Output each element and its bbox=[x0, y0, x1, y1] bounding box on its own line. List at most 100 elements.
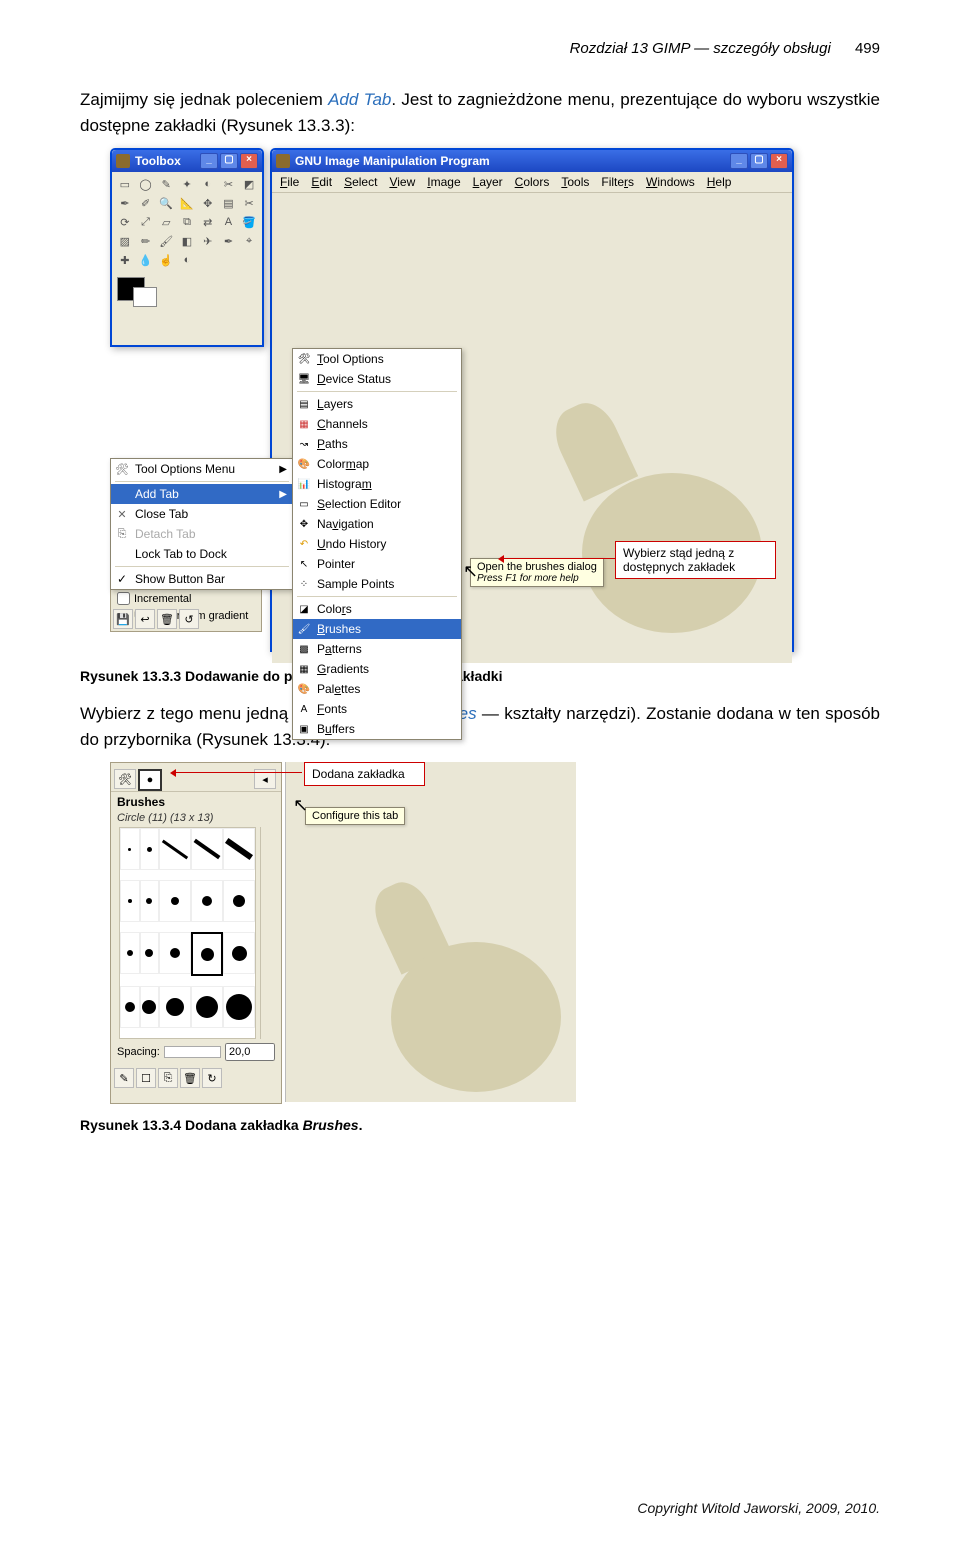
submenu-buffers[interactable]: ▣Buffers bbox=[293, 719, 461, 739]
tool-eraser[interactable]: ◧ bbox=[177, 232, 197, 250]
submenu-device-status[interactable]: 🖥Device Status bbox=[293, 369, 461, 389]
menu-edit[interactable]: Edit bbox=[311, 175, 332, 189]
menu-file[interactable]: File bbox=[280, 175, 299, 189]
incremental-option[interactable]: Incremental bbox=[111, 590, 261, 607]
menu-close-tab[interactable]: ✕ Close Tab bbox=[111, 504, 293, 524]
save-icon[interactable]: 💾 bbox=[113, 609, 133, 629]
tool-dodge[interactable]: ◐ bbox=[177, 251, 197, 269]
submenu-channels[interactable]: ▦Channels bbox=[293, 414, 461, 434]
tool-pencil[interactable]: ✏ bbox=[136, 232, 156, 250]
tool-color-picker[interactable]: ✐ bbox=[136, 194, 156, 212]
callout-line bbox=[500, 558, 615, 559]
submenu-paths[interactable]: ↝Paths bbox=[293, 434, 461, 454]
toolbox-titlebar: Toolbox _ ▢ × bbox=[112, 150, 262, 172]
submenu-histogram[interactable]: 📊Histogram bbox=[293, 474, 461, 494]
tool-text[interactable]: A bbox=[219, 213, 239, 231]
submenu-pointer[interactable]: ↖Pointer bbox=[293, 554, 461, 574]
tool-blur[interactable]: 💧 bbox=[136, 251, 156, 269]
tool-scissors[interactable]: ✂ bbox=[219, 175, 239, 193]
menu-colors[interactable]: Colors bbox=[515, 175, 550, 189]
submenu-layers[interactable]: ▤Layers bbox=[293, 394, 461, 414]
tool-shear[interactable]: ▱ bbox=[156, 213, 176, 231]
tool-smudge[interactable]: ☝ bbox=[156, 251, 176, 269]
tool-move[interactable]: ✥ bbox=[198, 194, 218, 212]
tool-perspective[interactable]: ⧉ bbox=[177, 213, 197, 231]
menu-view[interactable]: View bbox=[389, 175, 415, 189]
tool-bucket[interactable]: 🪣 bbox=[239, 213, 259, 231]
color-area[interactable] bbox=[112, 272, 262, 312]
tool-foreground[interactable]: ◩ bbox=[239, 175, 259, 193]
spacing-slider[interactable] bbox=[164, 1046, 221, 1058]
scrollbar[interactable] bbox=[260, 827, 277, 1039]
submenu-colormap[interactable]: 🎨Colormap bbox=[293, 454, 461, 474]
submenu-selection-editor[interactable]: ▭Selection Editor bbox=[293, 494, 461, 514]
background-color[interactable] bbox=[133, 287, 157, 307]
tool-clone[interactable]: ⌖ bbox=[239, 232, 259, 250]
menu-show-button-bar[interactable]: ✓ Show Button Bar bbox=[111, 569, 293, 589]
brush-grid[interactable] bbox=[119, 827, 256, 1039]
menu-lock-tab[interactable]: Lock Tab to Dock bbox=[111, 544, 293, 564]
submenu-palettes[interactable]: 🎨Palettes bbox=[293, 679, 461, 699]
submenu-tool-options[interactable]: 🛠Tool Options bbox=[293, 349, 461, 369]
submenu-undo-history[interactable]: ↶Undo History bbox=[293, 534, 461, 554]
submenu-patterns[interactable]: ▩Patterns bbox=[293, 639, 461, 659]
app-icon bbox=[276, 154, 290, 168]
tool-paintbrush[interactable]: 🖌 bbox=[156, 232, 176, 250]
menu-add-tab[interactable]: Add Tab ▶ bbox=[111, 484, 293, 504]
revert-icon[interactable]: ↩ bbox=[135, 609, 155, 629]
tool-measure[interactable]: 📐 bbox=[177, 194, 197, 212]
configure-tab-tooltip: Configure this tab bbox=[305, 807, 405, 825]
close-button[interactable]: × bbox=[240, 153, 258, 169]
mouse-cursor: ↖ bbox=[463, 561, 478, 582]
menu-help[interactable]: Help bbox=[707, 175, 732, 189]
submenu-fonts[interactable]: AFonts bbox=[293, 699, 461, 719]
minimize-button[interactable]: _ bbox=[200, 153, 218, 169]
new-brush-icon[interactable]: ☐ bbox=[136, 1068, 156, 1088]
tool-flip[interactable]: ⇄ bbox=[198, 213, 218, 231]
menu-windows[interactable]: Windows bbox=[646, 175, 695, 189]
menu-layer[interactable]: Layer bbox=[473, 175, 503, 189]
menu-tool-options-menu[interactable]: 🛠 Tool Options Menu ▶ bbox=[111, 459, 293, 479]
tool-heal[interactable]: ✚ bbox=[115, 251, 135, 269]
menu-filters[interactable]: Filters bbox=[601, 175, 634, 189]
tool-ellipse-select[interactable]: ◯ bbox=[136, 175, 156, 193]
tool-crop[interactable]: ✂ bbox=[239, 194, 259, 212]
tool-paths[interactable]: ✒ bbox=[115, 194, 135, 212]
tool-fuzzy-select[interactable]: ✦ bbox=[177, 175, 197, 193]
delete-brush-icon[interactable]: 🗑 bbox=[180, 1068, 200, 1088]
tool-by-color[interactable]: ◐ bbox=[198, 175, 218, 193]
tool-free-select[interactable]: ✎ bbox=[156, 175, 176, 193]
tool-scale[interactable]: ⤢ bbox=[136, 213, 156, 231]
maximize-button[interactable]: ▢ bbox=[750, 153, 768, 169]
tool-airbrush[interactable]: ✈ bbox=[198, 232, 218, 250]
spacing-input[interactable] bbox=[225, 1043, 275, 1061]
maximize-button[interactable]: ▢ bbox=[220, 153, 238, 169]
submenu-brushes[interactable]: 🖌Brushes bbox=[293, 619, 461, 639]
tool-zoom[interactable]: 🔍 bbox=[156, 194, 176, 212]
refresh-brush-icon[interactable]: ↻ bbox=[202, 1068, 222, 1088]
minimize-button[interactable]: _ bbox=[730, 153, 748, 169]
submenu-arrow-icon: ▶ bbox=[279, 464, 287, 475]
callout-line bbox=[172, 772, 302, 773]
menu-image[interactable]: Image bbox=[427, 175, 460, 189]
tool-rect-select[interactable]: ▭ bbox=[115, 175, 135, 193]
tab-brushes[interactable]: ● bbox=[138, 769, 162, 791]
submenu-colors[interactable]: ◪Colors bbox=[293, 599, 461, 619]
submenu-gradients[interactable]: ▦Gradients bbox=[293, 659, 461, 679]
tool-rotate[interactable]: ⟳ bbox=[115, 213, 135, 231]
spacing-control[interactable]: Spacing: bbox=[111, 1039, 281, 1065]
close-button[interactable]: × bbox=[770, 153, 788, 169]
menu-select[interactable]: Select bbox=[344, 175, 377, 189]
submenu-navigation[interactable]: ✥Navigation bbox=[293, 514, 461, 534]
menu-tools[interactable]: Tools bbox=[561, 175, 589, 189]
tool-ink[interactable]: ✒ bbox=[219, 232, 239, 250]
tab-tool-options[interactable]: 🛠 bbox=[114, 769, 136, 789]
tool-blend[interactable]: ▨ bbox=[115, 232, 135, 250]
duplicate-brush-icon[interactable]: ⎘ bbox=[158, 1068, 178, 1088]
toolbox-window: Toolbox _ ▢ × ▭ ◯ ✎ ✦ ◐ ✂ ◩ ✒ ✐ 🔍 📐 ✥ bbox=[110, 148, 264, 347]
delete-icon[interactable]: 🗑 bbox=[157, 609, 177, 629]
edit-brush-icon[interactable]: ✎ bbox=[114, 1068, 134, 1088]
tool-align[interactable]: ▤ bbox=[219, 194, 239, 212]
submenu-sample-points[interactable]: ⁘Sample Points bbox=[293, 574, 461, 594]
reset-icon[interactable]: ↺ bbox=[179, 609, 199, 629]
